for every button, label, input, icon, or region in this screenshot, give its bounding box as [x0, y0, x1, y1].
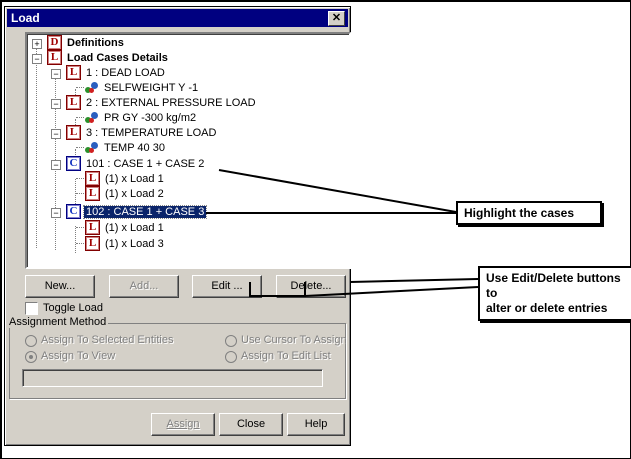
- toggle-load-checkbox[interactable]: [25, 302, 38, 315]
- load-icon: L: [66, 65, 81, 80]
- tree-item-label: 2 : EXTERNAL PRESSURE LOAD: [86, 96, 256, 109]
- tree-item-case102-load1[interactable]: L (1) x Load 1: [85, 220, 166, 235]
- frame-top-border: [0, 0, 631, 2]
- collapse-case102-icon[interactable]: −: [51, 208, 61, 218]
- assign-view-label: Assign To View: [41, 350, 116, 362]
- tree-item-label: (1) x Load 1: [105, 221, 164, 234]
- new-button[interactable]: New...: [25, 275, 95, 298]
- edit-delete-callout-line2: alter or delete entries: [486, 301, 608, 315]
- tree-item-load-2[interactable]: L 2 : EXTERNAL PRESSURE LOAD: [66, 95, 258, 110]
- edit-delete-callout: Use Edit/Delete buttons to alter or dele…: [478, 266, 631, 321]
- load-cases-icon: L: [47, 50, 62, 65]
- help-button[interactable]: Help: [287, 413, 345, 436]
- tree-item-load-3[interactable]: L 3 : TEMPERATURE LOAD: [66, 125, 218, 140]
- edit-delete-callout-line1: Use Edit/Delete buttons to: [486, 271, 621, 300]
- load-icon: L: [66, 125, 81, 140]
- load-icon: L: [85, 220, 100, 235]
- edit-button[interactable]: Edit ...: [192, 275, 262, 298]
- tree-item-case102-load3[interactable]: L (1) x Load 3: [85, 236, 166, 251]
- load-icon: L: [85, 236, 100, 251]
- tree-branch: [76, 243, 84, 244]
- combination-icon: C: [66, 204, 81, 219]
- highlight-callout-text: Highlight the cases: [464, 206, 575, 220]
- tree-item-label: (1) x Load 1: [105, 172, 164, 185]
- tree-item-label: PR GY -300 kg/m2: [104, 111, 197, 124]
- highlight-callout: Highlight the cases: [456, 201, 602, 225]
- assign-button[interactable]: Assign: [151, 413, 215, 436]
- tree-item-load-1[interactable]: L 1 : DEAD LOAD: [66, 65, 167, 80]
- tree-item-label: 1 : DEAD LOAD: [86, 66, 165, 79]
- assign-button-label: Assign: [166, 418, 200, 430]
- assign-selected-label: Assign To Selected Entities: [41, 334, 174, 346]
- collapse-case101-icon[interactable]: −: [51, 160, 61, 170]
- pressure-icon: [85, 111, 99, 124]
- collapse-load3-icon[interactable]: −: [51, 129, 61, 139]
- frame-left-border: [0, 0, 2, 459]
- load-tree[interactable]: + D Definitions − L Load Cases Details −…: [25, 32, 351, 269]
- delete-button[interactable]: Delete...: [276, 275, 346, 298]
- tree-branch: [76, 193, 84, 194]
- use-cursor-radio[interactable]: [225, 335, 237, 347]
- tree-item-case-101[interactable]: C 101 : CASE 1 + CASE 2: [66, 156, 206, 171]
- tree-item-pressure[interactable]: PR GY -300 kg/m2: [85, 110, 198, 125]
- tree-item-label: SELFWEIGHT Y -1: [104, 81, 199, 94]
- tree-branch: [76, 87, 84, 88]
- collapse-load2-icon[interactable]: −: [51, 99, 61, 109]
- collapse-load-cases-icon[interactable]: −: [32, 54, 42, 64]
- assign-edit-list-radio[interactable]: [225, 351, 237, 363]
- tree-line-root: [36, 44, 37, 248]
- assign-edit-list-label: Assign To Edit List: [241, 350, 331, 362]
- tree-item-label: Load Cases Details: [67, 51, 168, 64]
- tree-branch: [76, 147, 84, 148]
- tree-line-case102: [75, 226, 76, 253]
- add-button[interactable]: Add...: [109, 275, 179, 298]
- load-icon: L: [85, 171, 100, 186]
- tree-item-selfweight[interactable]: SELFWEIGHT Y -1: [85, 80, 200, 95]
- tree-item-label: 101 : CASE 1 + CASE 2: [86, 157, 205, 170]
- tree-item-label: TEMP 40 30: [104, 141, 165, 154]
- collapse-load1-icon[interactable]: −: [51, 69, 61, 79]
- tree-item-case-102[interactable]: C 102 : CASE 1 + CASE 3: [66, 204, 208, 219]
- dialog-title: Load: [11, 11, 40, 25]
- tree-item-label: (1) x Load 3: [105, 237, 164, 250]
- tree-item-label: 102 : CASE 1 + CASE 3: [82, 204, 208, 219]
- use-cursor-label: Use Cursor To Assign: [241, 334, 347, 346]
- load-icon: L: [66, 95, 81, 110]
- temperature-icon: [85, 141, 99, 154]
- titlebar: Load ✕: [7, 9, 348, 27]
- assignment-method-title: Assignment Method: [7, 316, 109, 328]
- definitions-icon: D: [47, 35, 62, 50]
- selfweight-icon: [85, 81, 99, 94]
- tree-item-label: 3 : TEMPERATURE LOAD: [86, 126, 217, 139]
- tree-branch: [76, 227, 84, 228]
- tree-item-load-cases-details[interactable]: L Load Cases Details: [47, 50, 170, 65]
- close-icon[interactable]: ✕: [328, 11, 345, 26]
- tree-branch: [76, 178, 84, 179]
- expand-definitions-icon[interactable]: +: [32, 39, 42, 49]
- combination-icon: C: [66, 156, 81, 171]
- tree-item-label: (1) x Load 2: [105, 187, 164, 200]
- tree-item-case101-load1[interactable]: L (1) x Load 1: [85, 171, 166, 186]
- tree-branch: [76, 117, 84, 118]
- close-button[interactable]: Close: [219, 413, 283, 436]
- assign-selected-radio[interactable]: [25, 335, 37, 347]
- load-icon: L: [85, 186, 100, 201]
- tree-item-case101-load2[interactable]: L (1) x Load 2: [85, 186, 166, 201]
- tree-item-definitions[interactable]: D Definitions: [47, 35, 126, 50]
- toggle-load-label: Toggle Load: [43, 302, 103, 314]
- tree-item-label: Definitions: [67, 36, 124, 49]
- load-dialog: Load ✕ + D Definitions − L Load Cases De…: [4, 6, 351, 446]
- assign-view-radio[interactable]: [25, 351, 37, 363]
- tree-item-temperature[interactable]: TEMP 40 30: [85, 140, 167, 155]
- assignment-list-field[interactable]: [22, 369, 323, 387]
